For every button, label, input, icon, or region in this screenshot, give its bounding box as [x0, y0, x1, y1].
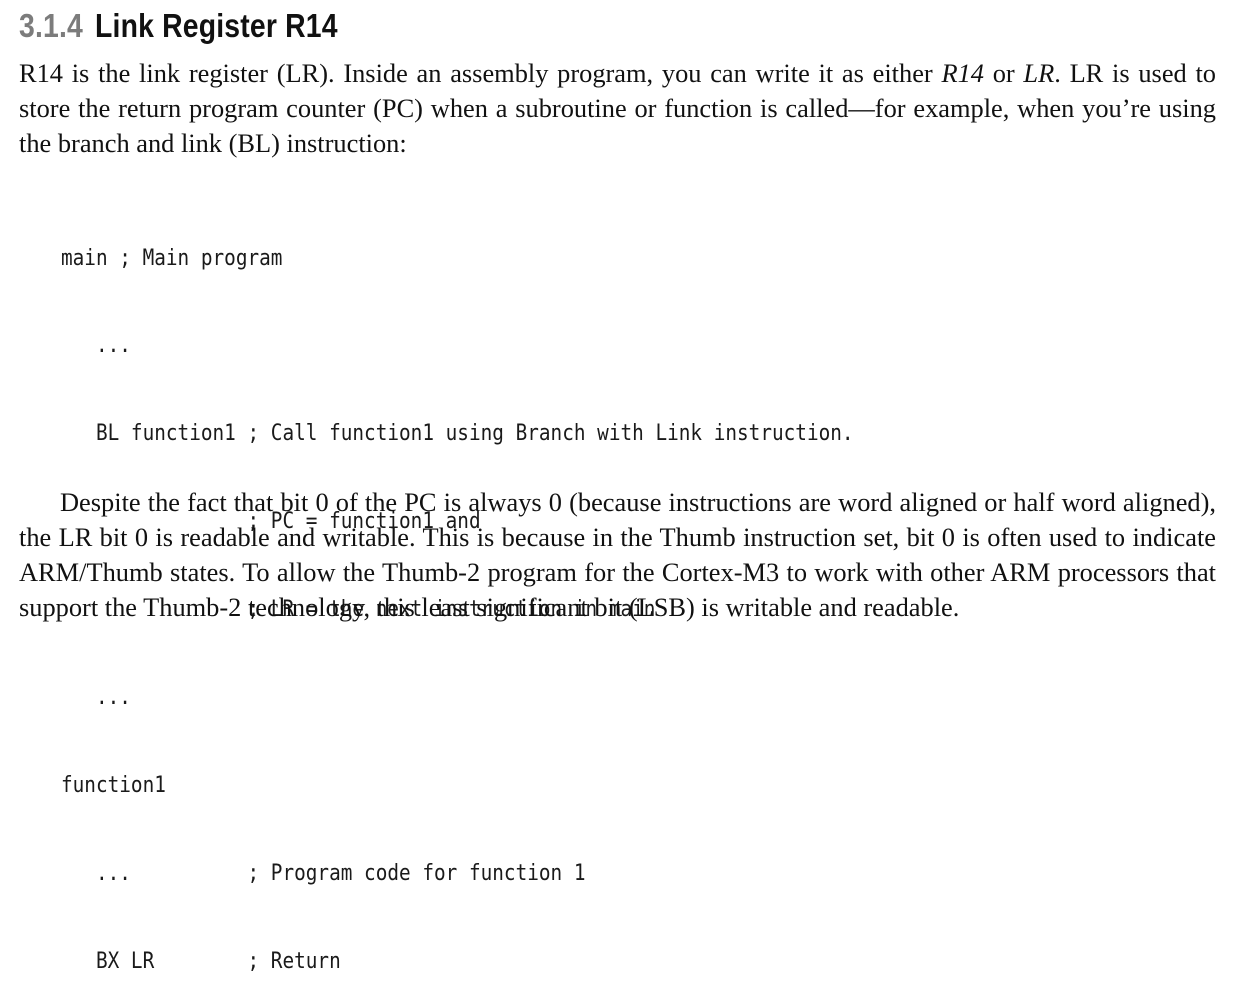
code-line: ...: [61, 333, 131, 359]
intro-text-2: or: [983, 58, 1024, 88]
code-line: BL function1 ; Call function1 using Bran…: [61, 421, 854, 447]
body-paragraph: Despite the fact that bit 0 of the PC is…: [19, 487, 1216, 622]
code-line: BX LR ; Return: [61, 948, 341, 974]
section-title: Link Register R14: [95, 7, 338, 44]
lr-italic: LR: [1023, 58, 1055, 88]
code-line: function1: [61, 772, 166, 798]
intro-text-1: R14 is the link register (LR). Inside an…: [19, 58, 942, 88]
section-number: 3.1.4: [19, 7, 83, 44]
section-heading: 3.1.4 Link Register R14: [19, 4, 338, 48]
intro-paragraph: R14 is the link register (LR). Inside an…: [19, 56, 1216, 161]
code-line: main ; Main program: [61, 245, 283, 271]
code-line: ... ; Program code for function 1: [61, 860, 586, 886]
code-line: ...: [61, 685, 131, 711]
r14-italic: R14: [941, 58, 984, 88]
